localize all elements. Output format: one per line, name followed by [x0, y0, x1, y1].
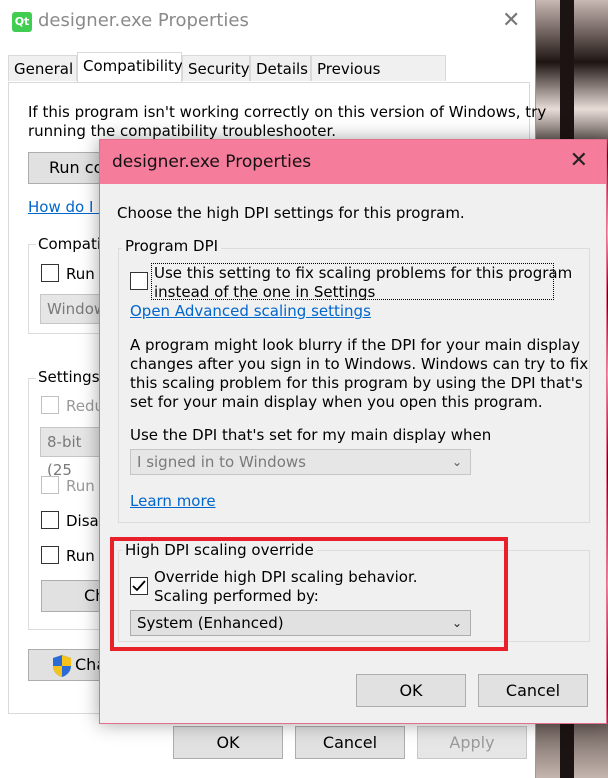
- high-dpi-dialog: designer.exe Properties ✕ Choose the hig…: [99, 139, 607, 724]
- uac-shield-icon: [53, 655, 71, 677]
- run-admin-checkbox[interactable]: [41, 546, 59, 564]
- dpi-paragraph-4: set for your main display when you open …: [130, 393, 543, 411]
- learn-more-link[interactable]: Learn more: [130, 492, 216, 510]
- dialog-titlebar: designer.exe Properties ✕: [100, 140, 606, 184]
- run-compat-label: Run: [66, 265, 95, 283]
- advanced-scaling-link[interactable]: Open Advanced scaling settings: [130, 302, 371, 320]
- dpi-when-value: I signed in to Windows: [137, 453, 306, 471]
- run-admin-label: Run: [66, 547, 95, 565]
- qt-app-icon: Qt: [12, 12, 32, 32]
- main-ok-button[interactable]: OK: [173, 726, 283, 759]
- tab-compatibility[interactable]: Compatibility: [77, 52, 183, 82]
- program-dpi-legend: Program DPI: [122, 237, 222, 255]
- close-icon[interactable]: ✕: [502, 8, 520, 33]
- program-dpi-checkbox[interactable]: [130, 272, 148, 290]
- intro-text-2: running the compatibility troubleshooter…: [28, 122, 337, 140]
- reduced-color-checkbox[interactable]: [41, 396, 59, 414]
- tab-general[interactable]: General: [8, 55, 77, 81]
- change-all-users-button[interactable]: Cha: [28, 649, 108, 681]
- run-640-checkbox[interactable]: [41, 476, 59, 494]
- chevron-down-icon: ⌄: [451, 455, 462, 469]
- main-apply-button[interactable]: Apply: [417, 726, 527, 759]
- window-title: designer.exe Properties: [38, 10, 249, 31]
- run-640-label: Run: [66, 477, 95, 495]
- dpi-when-combo[interactable]: I signed in to Windows ⌄: [130, 449, 471, 475]
- how-do-i-link[interactable]: How do I c: [28, 198, 106, 216]
- dialog-ok-button[interactable]: OK: [356, 674, 466, 707]
- highlight-box: [110, 537, 508, 651]
- dpi-when-label: Use the DPI that's set for my main displ…: [130, 426, 492, 444]
- dpi-paragraph-2: changes after you sign in to Windows. Wi…: [130, 355, 589, 373]
- main-cancel-button[interactable]: Cancel: [295, 726, 405, 759]
- dpi-paragraph-3: this scaling problem for this program by…: [130, 374, 583, 392]
- dialog-close-icon[interactable]: ✕: [570, 148, 588, 173]
- disable-fullscreen-checkbox[interactable]: [41, 511, 59, 529]
- disable-fullscreen-label: Disal: [66, 512, 103, 530]
- tab-previous-versions[interactable]: Previous Versions: [311, 55, 446, 104]
- run-compat-checkbox[interactable]: [41, 264, 59, 282]
- program-dpi-label-2: instead of the one in Settings: [154, 283, 376, 301]
- intro-text-1: If this program isn't working correctly …: [28, 103, 547, 121]
- dialog-title: designer.exe Properties: [112, 152, 312, 172]
- tab-security[interactable]: Security: [182, 55, 250, 81]
- tab-details[interactable]: Details: [250, 55, 311, 81]
- program-dpi-label-1: Use this setting to fix scaling problems…: [154, 264, 573, 282]
- settings-legend: Settings: [36, 368, 102, 386]
- dialog-instruction: Choose the high DPI settings for this pr…: [117, 204, 465, 222]
- dpi-paragraph-1: A program might look blurry if the DPI f…: [130, 336, 580, 354]
- dialog-cancel-button[interactable]: Cancel: [478, 674, 588, 707]
